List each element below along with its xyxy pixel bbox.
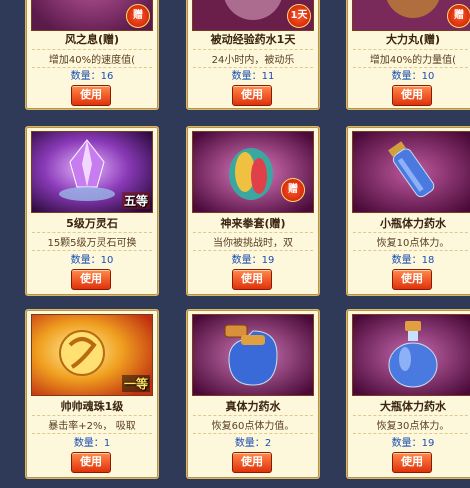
use-button[interactable]: 使用 <box>392 85 432 106</box>
use-button[interactable]: 使用 <box>232 452 272 473</box>
item-name: 大力丸(赠) <box>385 33 441 46</box>
item-quantity: 数量：2 <box>234 438 272 449</box>
item-quantity: 数量：10 <box>70 255 114 266</box>
use-button[interactable]: 使用 <box>392 452 432 473</box>
gift-badge: 赠 <box>447 4 470 28</box>
use-button[interactable]: 使用 <box>71 269 111 290</box>
grade-tag: 一等 <box>121 375 150 392</box>
item-quantity: 数量：18 <box>391 255 435 266</box>
item-name: 小瓶体力药水 <box>380 217 446 230</box>
item-card: 一等 帅帅魂珠1级 暴击率+2%， 吸取 数量：1 使用 <box>25 309 159 479</box>
item-quantity: 数量：19 <box>391 438 435 449</box>
grade-tag: 五等 <box>121 192 150 209</box>
use-button[interactable]: 使用 <box>71 85 111 106</box>
item-description: 暴击率+2%， 吸取 <box>32 415 152 434</box>
duration-badge: 1天 <box>287 4 311 28</box>
use-button[interactable]: 使用 <box>71 452 111 473</box>
use-button[interactable]: 使用 <box>392 269 432 290</box>
item-quantity: 数量：1 <box>73 438 111 449</box>
item-image[interactable]: 赠 <box>352 0 470 31</box>
item-image[interactable]: 五等 <box>31 131 153 213</box>
item-description: 15颗5级万灵石可换 <box>32 232 152 251</box>
item-image[interactable] <box>352 131 470 213</box>
item-image[interactable]: 一等 <box>31 314 153 396</box>
item-description: 恢复60点体力值。 <box>193 415 313 434</box>
item-description: 恢复30点体力。 <box>353 415 470 434</box>
item-image[interactable] <box>192 314 314 396</box>
item-grid: 赠 风之息(赠) 增加40%的速度值( 数量：16 使用 1天 被动经验药水1天… <box>0 0 470 488</box>
item-image[interactable]: 赠 <box>31 0 153 31</box>
item-description: 24小时内，被动乐 <box>193 49 313 68</box>
item-name: 风之息(赠) <box>64 33 120 46</box>
item-quantity: 数量：11 <box>231 71 275 82</box>
item-quantity: 数量：19 <box>231 255 275 266</box>
item-description: 恢复10点体力。 <box>353 232 470 251</box>
item-quantity: 数量：10 <box>391 71 435 82</box>
item-description: 增加40%的速度值( <box>32 49 152 68</box>
item-card: 小瓶体力药水 恢复10点体力。 数量：18 使用 <box>346 126 470 296</box>
item-card: 1天 被动经验药水1天 24小时内，被动乐 数量：11 使用 <box>186 0 320 110</box>
item-description: 当你被挑战时，双 <box>193 232 313 251</box>
item-name: 大瓶体力药水 <box>380 400 446 413</box>
gift-badge: 赠 <box>126 4 150 28</box>
item-card: 赠 大力丸(赠) 增加40%的力量值( 数量：10 使用 <box>346 0 470 110</box>
item-card: 真体力药水 恢复60点体力值。 数量：2 使用 <box>186 309 320 479</box>
item-name: 真体力药水 <box>225 400 281 413</box>
use-button[interactable]: 使用 <box>232 85 272 106</box>
item-image[interactable]: 赠 <box>192 131 314 213</box>
item-card: 赠 神来拳套(赠) 当你被挑战时，双 数量：19 使用 <box>186 126 320 296</box>
item-description: 增加40%的力量值( <box>353 49 470 68</box>
item-card: 五等 5级万灵石 15颗5级万灵石可换 数量：10 使用 <box>25 126 159 296</box>
item-image[interactable] <box>352 314 470 396</box>
gift-badge: 赠 <box>281 178 305 202</box>
item-name: 神来拳套(赠) <box>220 217 286 230</box>
item-name: 帅帅魂珠1级 <box>60 400 124 413</box>
use-button[interactable]: 使用 <box>232 269 272 290</box>
item-card: 赠 风之息(赠) 增加40%的速度值( 数量：16 使用 <box>25 0 159 110</box>
item-name: 被动经验药水1天 <box>210 33 296 46</box>
item-card: 大瓶体力药水 恢复30点体力。 数量：19 使用 <box>346 309 470 479</box>
item-name: 5级万灵石 <box>66 217 118 230</box>
item-quantity: 数量：16 <box>70 71 114 82</box>
item-image[interactable]: 1天 <box>192 0 314 31</box>
